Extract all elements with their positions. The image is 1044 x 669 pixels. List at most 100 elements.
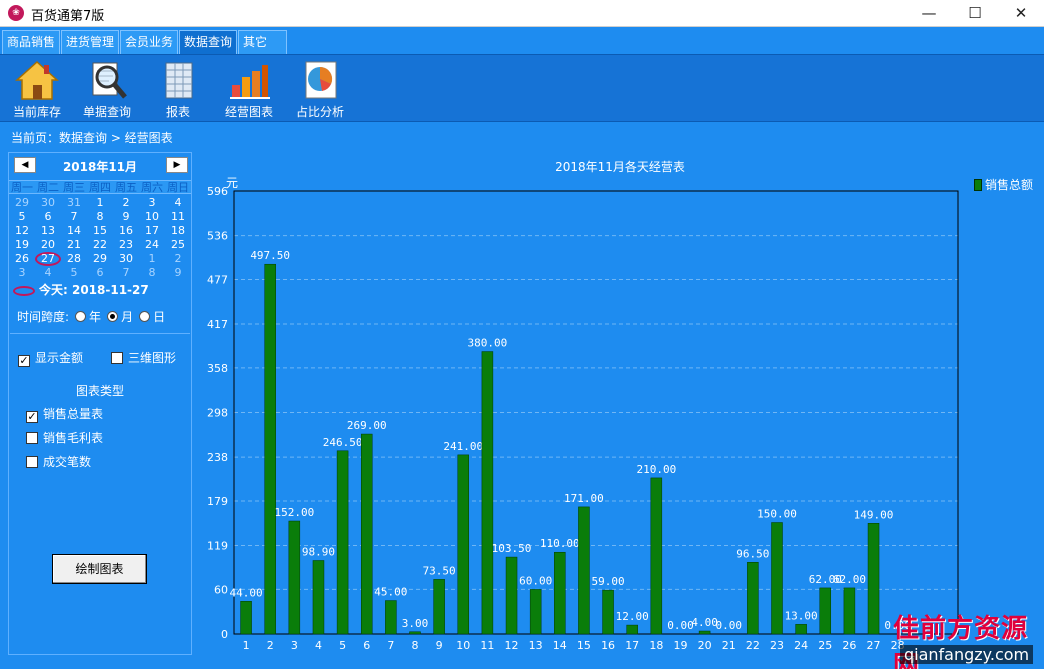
calendar-day[interactable]: 9 (165, 266, 191, 279)
bar (650, 477, 663, 635)
calendar-day[interactable]: 19 (9, 238, 35, 251)
sales-bar-chart: 060119179238298358417477536596元44.001497… (207, 176, 959, 652)
bar-value-label: 45.00 (374, 586, 407, 599)
x-tick-label: 27 (867, 639, 881, 652)
bar (264, 263, 276, 635)
gross-profit-checkbox[interactable]: 销售毛利表 (26, 429, 103, 446)
bar (433, 579, 445, 635)
calendar-day[interactable]: 18 (165, 224, 191, 237)
calendar-day[interactable]: 14 (61, 224, 87, 237)
x-tick-label: 11 (480, 639, 494, 652)
window-title: 百货通第7版 (31, 9, 105, 24)
calendar-day[interactable]: 13 (35, 224, 61, 237)
today-indicator[interactable]: 今天: 2018-11-27 (13, 281, 149, 298)
toolbar-label: 报表 (165, 105, 190, 119)
bar-value-label: 150.00 (757, 508, 797, 521)
bar-value-label: 380.00 (468, 337, 508, 350)
calendar-header: ◀ 2018年11月 ▶ (10, 154, 190, 178)
bar-value-label: 110.00 (540, 537, 580, 550)
minimize-button[interactable]: — (906, 0, 952, 27)
bar-value-label: 73.50 (423, 564, 456, 577)
calendar-day[interactable]: 12 (9, 224, 35, 237)
calendar-day[interactable]: 27 (35, 252, 61, 266)
calendar-day[interactable]: 1 (139, 252, 165, 265)
toolbar-current-stock-button[interactable]: 当前库存 (2, 59, 72, 119)
close-button[interactable]: ✕ (998, 0, 1044, 27)
toolbar-document-query-button[interactable]: 单据查询 (72, 59, 142, 119)
deal-count-label: 成交笔数 (43, 455, 92, 469)
three-d-checkbox[interactable]: 三维图形 (111, 349, 176, 366)
bar (795, 624, 807, 635)
toolbar-business-chart-button[interactable]: 经营图表 (214, 59, 284, 119)
calendar-day[interactable]: 2 (113, 196, 139, 209)
calendar-day[interactable]: 31 (61, 196, 87, 209)
bar-value-label: 3.00 (402, 617, 429, 630)
calendar-day[interactable]: 10 (139, 210, 165, 223)
calendar-day[interactable]: 30 (113, 252, 139, 265)
calendar-day[interactable]: 22 (87, 238, 113, 251)
calendar-day[interactable]: 23 (113, 238, 139, 251)
calendar-day[interactable]: 6 (87, 266, 113, 279)
sales-total-checkbox[interactable]: ✓ 销售总量表 (26, 405, 103, 423)
watermark-url: qianfangzy.com (900, 645, 1034, 664)
calendar-day[interactable]: 2 (165, 252, 191, 265)
time-span-group: 时间跨度: 年 月 日 (17, 308, 165, 325)
calendar-day[interactable]: 28 (61, 252, 87, 265)
calendar-day[interactable]: 8 (139, 266, 165, 279)
calendar-day[interactable]: 8 (87, 210, 113, 223)
x-tick-label: 22 (746, 639, 760, 652)
tab-data-query[interactable]: 数据查询 (179, 30, 238, 54)
calendar-day[interactable]: 4 (165, 196, 191, 209)
calendar-day[interactable]: 7 (113, 266, 139, 279)
calendar-day[interactable]: 1 (87, 196, 113, 209)
show-amount-checkbox[interactable]: ✓ 显示金额 (18, 349, 83, 367)
calendar-day[interactable]: 20 (35, 238, 61, 251)
bar (385, 600, 397, 635)
x-tick-label: 16 (601, 639, 615, 652)
calendar-day[interactable]: 3 (139, 196, 165, 209)
toolbar-report-button[interactable]: 报表 (143, 59, 213, 119)
bar (554, 551, 566, 635)
next-month-button[interactable]: ▶ (166, 157, 188, 173)
bar (843, 587, 856, 635)
bar-value-label: 44.00 (230, 586, 263, 599)
y-tick-label: 60 (214, 583, 228, 596)
calendar-day[interactable]: 15 (87, 224, 113, 237)
tab-member[interactable]: 会员业务 (120, 30, 179, 54)
bar-value-label: 98.90 (302, 545, 335, 558)
calendar-day[interactable]: 30 (35, 196, 61, 209)
calendar-day[interactable]: 5 (61, 266, 87, 279)
draw-chart-button[interactable]: 绘制图表 (52, 554, 147, 584)
calendar-day[interactable]: 9 (113, 210, 139, 223)
toolbar-ratio-analysis-button[interactable]: 占比分析 (285, 59, 355, 119)
radio-year[interactable] (75, 311, 87, 322)
x-tick-label: 15 (577, 639, 591, 652)
calendar-day[interactable]: 29 (9, 196, 35, 209)
radio-day[interactable] (139, 311, 151, 322)
calendar-day[interactable]: 11 (165, 210, 191, 223)
bar (867, 523, 880, 635)
calendar-day[interactable]: 29 (87, 252, 113, 265)
deal-count-checkbox[interactable]: 成交笔数 (26, 453, 91, 470)
maximize-button[interactable]: ☐ (952, 0, 998, 27)
tab-other[interactable]: 其它 (238, 30, 287, 54)
calendar-day[interactable]: 21 (61, 238, 87, 251)
calendar-day[interactable]: 6 (35, 210, 61, 223)
bar-value-label: 12.00 (616, 610, 649, 623)
calendar-day[interactable]: 24 (139, 238, 165, 251)
tab-purchase[interactable]: 进货管理 (61, 30, 120, 54)
bar (312, 560, 325, 635)
calendar-day[interactable]: 3 (9, 266, 35, 279)
time-span-label: 时间跨度: (17, 310, 70, 324)
x-tick-label: 25 (818, 639, 832, 652)
calendar-day[interactable]: 4 (35, 266, 61, 279)
calendar-day[interactable]: 5 (9, 210, 35, 223)
bar-value-label: 171.00 (564, 492, 604, 505)
radio-month[interactable] (107, 311, 119, 322)
calendar-day[interactable]: 16 (113, 224, 139, 237)
tab-sales[interactable]: 商品销售 (2, 30, 61, 54)
calendar-day[interactable]: 7 (61, 210, 87, 223)
calendar-day[interactable]: 26 (9, 252, 35, 265)
calendar-day[interactable]: 17 (139, 224, 165, 237)
calendar-day[interactable]: 25 (165, 238, 191, 251)
